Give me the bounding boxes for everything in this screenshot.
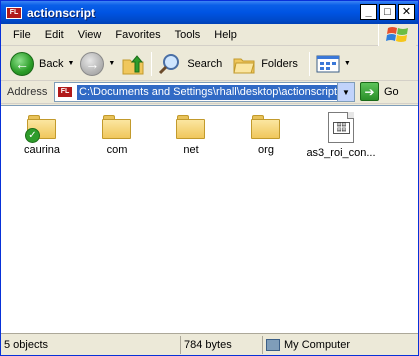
close-button[interactable]: ✕: [398, 4, 415, 20]
menu-view[interactable]: View: [71, 25, 109, 45]
flash-folder-icon: FL: [57, 86, 73, 98]
go-label: Go: [384, 85, 399, 98]
menu-edit[interactable]: Edit: [38, 25, 71, 45]
title-bar[interactable]: FL actionscript _ □ ✕: [1, 1, 418, 24]
explorer-window: FL actionscript _ □ ✕ File Edit View Fav…: [0, 0, 419, 356]
list-item-caurina[interactable]: ✓ caurina: [7, 112, 77, 156]
back-arrow-icon: ←: [10, 51, 34, 76]
toolbar-separator: [151, 51, 153, 76]
search-icon: [159, 53, 180, 74]
list-item-as3-file[interactable]: ▤▤ ▤▤ as3_roi_con...: [306, 112, 376, 159]
folders-label: Folders: [261, 57, 298, 70]
views-dropdown-icon[interactable]: ▼: [344, 60, 351, 67]
status-object-count: 5 objects: [1, 335, 181, 354]
computer-icon: [266, 338, 280, 351]
views-button[interactable]: ▼: [313, 50, 354, 78]
item-label: com: [106, 144, 128, 156]
windows-logo-icon: [378, 24, 416, 46]
back-dropdown-icon[interactable]: ▼: [67, 60, 74, 67]
list-item-com[interactable]: com: [82, 112, 152, 156]
status-location-label: My Computer: [284, 338, 351, 351]
menu-bar: File Edit View Favorites Tools Help: [1, 24, 418, 46]
folder-icon: [102, 112, 132, 140]
menu-tools[interactable]: Tools: [168, 25, 208, 45]
go-arrow-icon: ➔: [360, 82, 379, 101]
forward-button[interactable]: → ▼: [77, 50, 118, 78]
standard-toolbar: ← Back ▼ → ▼ Search Folders ▼: [1, 47, 418, 81]
address-label: Address: [7, 86, 48, 98]
window-controls: _ □ ✕: [360, 4, 415, 20]
list-item-org[interactable]: org: [231, 112, 301, 156]
address-dropdown-icon[interactable]: ▼: [337, 83, 354, 101]
flash-app-icon: FL: [6, 6, 22, 19]
maximize-button[interactable]: □: [379, 4, 396, 20]
views-icon: [316, 55, 340, 72]
forward-dropdown-icon[interactable]: ▼: [108, 60, 115, 67]
list-item-net[interactable]: net: [156, 112, 226, 156]
forward-arrow-icon: →: [80, 51, 105, 76]
minimize-button[interactable]: _: [360, 4, 377, 20]
folder-icon: ✓: [25, 112, 57, 143]
menu-help[interactable]: Help: [207, 25, 244, 45]
item-label: caurina: [23, 144, 61, 156]
file-list-pane[interactable]: ✓ caurina com net org ▤▤ ▤▤ as3_roi_con..…: [1, 105, 418, 333]
flash-file-icon: ▤▤ ▤▤: [328, 112, 354, 143]
back-button[interactable]: ← Back ▼: [7, 50, 77, 78]
menu-favorites[interactable]: Favorites: [108, 25, 167, 45]
item-label: net: [183, 144, 199, 156]
folder-icon: [176, 112, 206, 140]
item-label: org: [258, 144, 274, 156]
search-button[interactable]: Search: [155, 50, 225, 78]
folders-icon: [233, 58, 255, 73]
toolbar-separator: [308, 51, 310, 76]
search-label: Search: [187, 57, 223, 70]
address-value[interactable]: C:\Documents and Settings\rhall\desktop\…: [77, 84, 340, 100]
up-folder-button[interactable]: [118, 50, 148, 78]
up-folder-icon: [122, 54, 144, 74]
item-label: as3_roi_con...: [306, 147, 376, 159]
back-label: Back: [39, 57, 64, 70]
status-size: 784 bytes: [181, 335, 263, 354]
status-bar: 5 objects 784 bytes My Computer: [1, 333, 418, 355]
go-button[interactable]: ➔ Go: [360, 82, 399, 101]
address-bar: Address FL C:\Documents and Settings\rha…: [1, 81, 418, 104]
menu-file[interactable]: File: [6, 25, 38, 45]
folders-button[interactable]: Folders: [229, 50, 301, 78]
window-title: actionscript: [27, 5, 96, 20]
checkmark-badge-icon: ✓: [25, 128, 40, 143]
folder-icon: [251, 112, 281, 140]
status-location: My Computer: [263, 336, 418, 354]
address-input[interactable]: FL C:\Documents and Settings\rhall\deskt…: [54, 82, 355, 102]
